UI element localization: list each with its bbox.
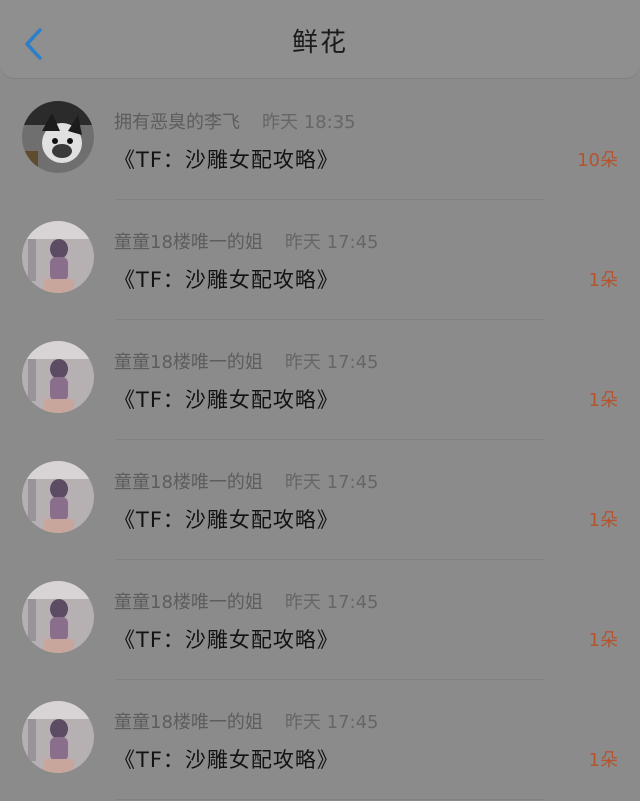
sender-meta: 童童18楼唯一的姐 昨天 17:45 xyxy=(114,708,379,734)
sender-name: 童童18楼唯一的姐 xyxy=(114,352,263,373)
sender-name: 拥有恶臭的李飞 xyxy=(114,112,240,133)
list-item[interactable]: 童童18楼唯一的姐 昨天 17:45 《TF：沙雕女配攻略》 1朵 xyxy=(0,320,640,440)
book-title: 《TF：沙雕女配攻略》 xyxy=(114,388,339,412)
header-bar: 鲜花 xyxy=(0,0,640,78)
send-time: 昨天 17:45 xyxy=(284,352,379,373)
book-title: 《TF：沙雕女配攻略》 xyxy=(114,628,339,652)
send-time: 昨天 17:45 xyxy=(284,712,379,733)
flower-count: 1朵 xyxy=(588,750,618,771)
sender-meta: 童童18楼唯一的姐 昨天 17:45 xyxy=(114,228,379,254)
sender-meta: 童童18楼唯一的姐 昨天 17:45 xyxy=(114,468,379,494)
sender-name: 童童18楼唯一的姐 xyxy=(114,592,263,613)
avatar[interactable] xyxy=(22,221,94,293)
screen: 鲜花 拥有恶臭的李飞 昨天 18:35 《TF：沙雕女配攻略》 10朵 童童18… xyxy=(0,0,640,801)
sender-name: 童童18楼唯一的姐 xyxy=(114,712,263,733)
send-time: 昨天 17:45 xyxy=(284,232,379,253)
book-title: 《TF：沙雕女配攻略》 xyxy=(114,148,339,172)
flower-count: 10朵 xyxy=(577,150,618,171)
sender-name: 童童18楼唯一的姐 xyxy=(114,472,263,493)
book-title: 《TF：沙雕女配攻略》 xyxy=(114,748,339,772)
sender-meta: 拥有恶臭的李飞 昨天 18:35 xyxy=(114,108,356,134)
flower-count: 1朵 xyxy=(588,510,618,531)
avatar[interactable] xyxy=(22,341,94,413)
list-item[interactable]: 童童18楼唯一的姐 昨天 17:45 《TF：沙雕女配攻略》 1朵 xyxy=(0,560,640,680)
flower-list: 拥有恶臭的李飞 昨天 18:35 《TF：沙雕女配攻略》 10朵 童童18楼唯一的… xyxy=(0,80,640,800)
avatar[interactable] xyxy=(22,101,94,173)
flower-count: 1朵 xyxy=(588,630,618,651)
avatar[interactable] xyxy=(22,461,94,533)
list-item[interactable]: 童童18楼唯一的姐 昨天 17:45 《TF：沙雕女配攻略》 1朵 xyxy=(0,440,640,560)
list-item[interactable]: 童童18楼唯一的姐 昨天 17:45 《TF：沙雕女配攻略》 1朵 xyxy=(0,680,640,800)
book-title: 《TF：沙雕女配攻略》 xyxy=(114,268,339,292)
list-item[interactable]: 童童18楼唯一的姐 昨天 17:45 《TF：沙雕女配攻略》 1朵 xyxy=(0,200,640,320)
sender-name: 童童18楼唯一的姐 xyxy=(114,232,263,253)
sender-meta: 童童18楼唯一的姐 昨天 17:45 xyxy=(114,348,379,374)
flower-count: 1朵 xyxy=(588,270,618,291)
list-item[interactable]: 拥有恶臭的李飞 昨天 18:35 《TF：沙雕女配攻略》 10朵 xyxy=(0,80,640,200)
send-time: 昨天 18:35 xyxy=(262,112,356,133)
page-title: 鲜花 xyxy=(291,28,348,58)
avatar[interactable] xyxy=(22,701,94,773)
send-time: 昨天 17:45 xyxy=(284,472,379,493)
avatar[interactable] xyxy=(22,581,94,653)
book-title: 《TF：沙雕女配攻略》 xyxy=(114,508,339,532)
send-time: 昨天 17:45 xyxy=(284,592,379,613)
sender-meta: 童童18楼唯一的姐 昨天 17:45 xyxy=(114,588,379,614)
flower-count: 1朵 xyxy=(588,390,618,411)
